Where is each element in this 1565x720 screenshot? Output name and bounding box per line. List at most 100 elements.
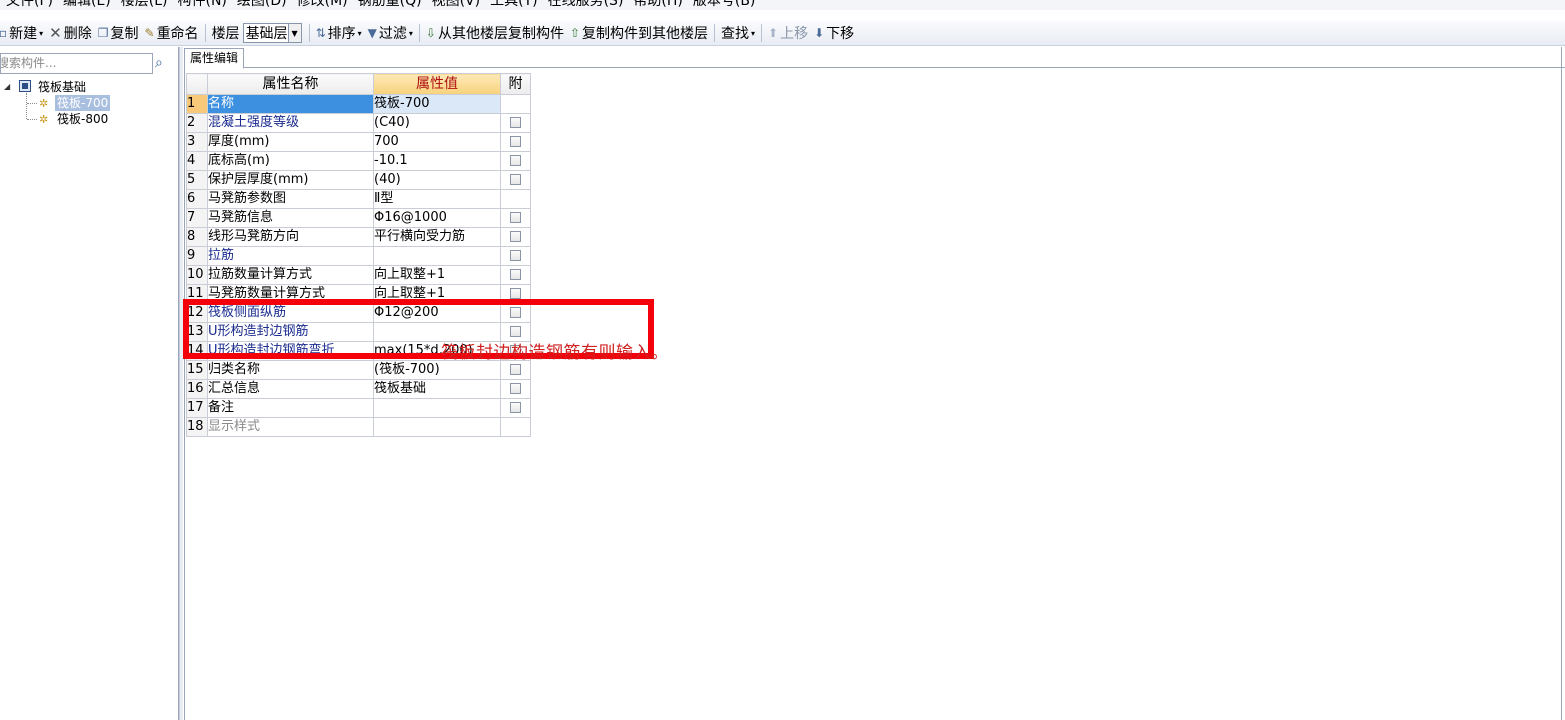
collapse-icon[interactable]: ◢ bbox=[4, 79, 10, 95]
table-row[interactable]: 7 马凳筋信息 Φ16@1000 bbox=[186, 208, 531, 228]
attach-checkbox[interactable] bbox=[510, 155, 521, 166]
sort-button[interactable]: ⇅ 排序 ▾ bbox=[313, 22, 365, 44]
table-row[interactable]: 2 混凝土强度等级 (C40) bbox=[186, 113, 531, 133]
property-value[interactable]: (C40) bbox=[373, 113, 501, 133]
property-name[interactable]: 归类名称 bbox=[207, 360, 374, 380]
property-name-expandable[interactable]: +显示样式 bbox=[207, 417, 374, 437]
table-row[interactable]: 18 +显示样式 bbox=[186, 417, 531, 437]
attach-checkbox[interactable] bbox=[510, 136, 521, 147]
property-value[interactable]: 700 bbox=[373, 132, 501, 152]
property-value[interactable] bbox=[373, 398, 501, 418]
table-row[interactable]: 17 备注 bbox=[186, 398, 531, 418]
attach-checkbox[interactable] bbox=[510, 212, 521, 223]
menu-online-service[interactable]: 在线服务(S) bbox=[548, 0, 624, 10]
menu-rebar-quantity[interactable]: 钢筋量(Q) bbox=[358, 0, 422, 10]
property-name[interactable]: 名称 bbox=[207, 94, 374, 114]
property-name[interactable]: 备注 bbox=[207, 398, 374, 418]
rename-button[interactable]: ✎ 重命名 bbox=[142, 22, 202, 44]
property-value[interactable]: (筏板-700) bbox=[373, 360, 501, 380]
property-name[interactable]: 混凝土强度等级 bbox=[207, 113, 374, 133]
property-value[interactable]: 向上取整+1 bbox=[373, 284, 501, 304]
attach-checkbox[interactable] bbox=[510, 383, 521, 394]
attach-cell bbox=[500, 170, 531, 190]
property-value[interactable]: 筏板-700 bbox=[373, 94, 501, 114]
property-value[interactable]: Ⅱ型 bbox=[373, 189, 501, 209]
move-up-button[interactable]: ⬆ 上移 bbox=[765, 22, 811, 44]
tree-item[interactable]: ✲ 筏板-700 bbox=[0, 95, 178, 111]
attach-checkbox[interactable] bbox=[510, 231, 521, 242]
table-row[interactable]: 9 拉筋 bbox=[186, 246, 531, 266]
table-row[interactable]: 5 保护层厚度(mm) (40) bbox=[186, 170, 531, 190]
table-row[interactable]: 15 归类名称 (筏板-700) bbox=[186, 360, 531, 380]
table-row[interactable]: 11 马凳筋数量计算方式 向上取整+1 bbox=[186, 284, 531, 304]
copy-from-other-floor-button[interactable]: ⇩ 从其他楼层复制构件 bbox=[423, 22, 567, 44]
menu-file[interactable]: 文件(F) bbox=[6, 0, 53, 10]
table-row[interactable]: 16 汇总信息 筏板基础 bbox=[186, 379, 531, 399]
property-name[interactable]: 马凳筋数量计算方式 bbox=[207, 284, 374, 304]
property-name[interactable]: 拉筋数量计算方式 bbox=[207, 265, 374, 285]
property-name[interactable]: 线形马凳筋方向 bbox=[207, 227, 374, 247]
attach-checkbox[interactable] bbox=[510, 269, 521, 280]
panel-splitter[interactable] bbox=[179, 47, 183, 720]
table-row[interactable]: 12 筏板侧面纵筋 Φ12@200 bbox=[186, 303, 531, 323]
property-name[interactable]: 马凳筋信息 bbox=[207, 208, 374, 228]
attach-checkbox[interactable] bbox=[510, 307, 521, 318]
tab-property-editor[interactable]: 属性编辑 bbox=[184, 48, 245, 69]
property-name[interactable]: 厚度(mm) bbox=[207, 132, 374, 152]
menu-view[interactable]: 视图(V) bbox=[432, 0, 481, 10]
tree-item[interactable]: ✲ 筏板-800 bbox=[0, 111, 178, 127]
property-value[interactable] bbox=[373, 417, 501, 437]
property-name[interactable]: 筏板侧面纵筋 bbox=[207, 303, 374, 323]
property-value[interactable]: 向上取整+1 bbox=[373, 265, 501, 285]
move-down-button[interactable]: ⬇ 下移 bbox=[811, 22, 857, 44]
arrow-up-icon: ⬆ bbox=[768, 26, 779, 40]
menu-draw[interactable]: 绘图(D) bbox=[237, 0, 287, 10]
property-value[interactable] bbox=[373, 246, 501, 266]
table-row[interactable]: 10 拉筋数量计算方式 向上取整+1 bbox=[186, 265, 531, 285]
property-value[interactable]: Φ16@1000 bbox=[373, 208, 501, 228]
property-name[interactable]: U形构造封边钢筋弯折 bbox=[207, 341, 374, 361]
property-name[interactable]: U形构造封边钢筋 bbox=[207, 322, 374, 342]
search-input[interactable]: 搜索构件... bbox=[0, 53, 153, 74]
table-row[interactable]: 1 名称 筏板-700 bbox=[186, 94, 531, 114]
menu-version[interactable]: 版本号(B) bbox=[693, 0, 756, 10]
filter-button[interactable]: ▼ 过滤 ▾ bbox=[365, 22, 416, 44]
attach-checkbox[interactable] bbox=[510, 364, 521, 375]
property-value[interactable]: 筏板基础 bbox=[373, 379, 501, 399]
menu-tools[interactable]: 工具(T) bbox=[490, 0, 537, 10]
property-name[interactable]: 汇总信息 bbox=[207, 379, 374, 399]
find-button[interactable]: 查找 ▾ bbox=[718, 22, 758, 44]
attach-checkbox[interactable] bbox=[510, 117, 521, 128]
floor-select[interactable]: 基础层 ▼ bbox=[242, 23, 302, 43]
new-button[interactable]: ▫ 新建 ▾ bbox=[0, 22, 46, 44]
table-row[interactable]: 3 厚度(mm) 700 bbox=[186, 132, 531, 152]
delete-button[interactable]: ✕ 删除 bbox=[46, 22, 95, 44]
attach-checkbox[interactable] bbox=[510, 288, 521, 299]
property-value[interactable]: 平行横向受力筋 bbox=[373, 227, 501, 247]
property-name[interactable]: 马凳筋参数图 bbox=[207, 189, 374, 209]
search-icon[interactable]: ⌕ bbox=[155, 55, 163, 71]
table-row[interactable]: 6 马凳筋参数图 Ⅱ型 bbox=[186, 189, 531, 209]
table-row[interactable]: 8 线形马凳筋方向 平行横向受力筋 bbox=[186, 227, 531, 247]
component-icon: ✲ bbox=[39, 97, 49, 110]
chevron-down-icon[interactable]: ▼ bbox=[287, 24, 301, 42]
menu-modify[interactable]: 修改(M) bbox=[297, 0, 348, 10]
attach-cell bbox=[500, 303, 531, 323]
property-value[interactable]: -10.1 bbox=[373, 151, 501, 171]
property-name[interactable]: 底标高(m) bbox=[207, 151, 374, 171]
copy-to-other-floor-button[interactable]: ⇧ 复制构件到其他楼层 bbox=[567, 22, 711, 44]
table-row[interactable]: 4 底标高(m) -10.1 bbox=[186, 151, 531, 171]
property-name[interactable]: 拉筋 bbox=[207, 246, 374, 266]
menu-floor[interactable]: 楼层(L) bbox=[121, 0, 168, 10]
attach-checkbox[interactable] bbox=[510, 250, 521, 261]
menu-help[interactable]: 帮助(H) bbox=[633, 0, 682, 10]
copy-button[interactable]: ❐ 复制 bbox=[95, 22, 142, 44]
menu-edit[interactable]: 编辑(E) bbox=[63, 0, 111, 10]
attach-checkbox[interactable] bbox=[510, 326, 521, 337]
menu-component[interactable]: 构件(N) bbox=[178, 0, 227, 10]
attach-checkbox[interactable] bbox=[510, 174, 521, 185]
attach-checkbox[interactable] bbox=[510, 402, 521, 413]
property-name[interactable]: 保护层厚度(mm) bbox=[207, 170, 374, 190]
property-value[interactable]: (40) bbox=[373, 170, 501, 190]
property-value[interactable]: Φ12@200 bbox=[373, 303, 501, 323]
